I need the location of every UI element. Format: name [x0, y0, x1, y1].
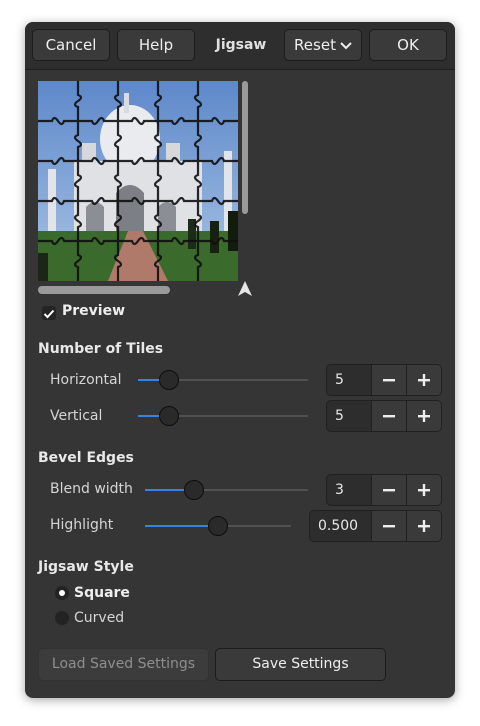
blend-width-value[interactable]: 3: [327, 475, 371, 505]
preview-checkbox-label[interactable]: Preview: [62, 303, 125, 319]
horizontal-slider-thumb[interactable]: [158, 370, 179, 390]
style-section-title: Jigsaw Style: [38, 559, 134, 575]
save-settings-button[interactable]: Save Settings: [215, 648, 386, 681]
preview-image[interactable]: [38, 81, 238, 281]
highlight-decrement-button[interactable]: [371, 511, 406, 541]
horizontal-slider[interactable]: [138, 370, 308, 390]
blend-width-decrement-button[interactable]: [371, 475, 406, 505]
check-icon: [43, 309, 55, 319]
minus-icon: [383, 415, 395, 418]
chevron-down-icon: [340, 41, 352, 49]
highlight-spinbutton[interactable]: 0.500: [309, 510, 442, 542]
reset-label: Reset: [294, 36, 336, 54]
minus-icon: [383, 489, 395, 492]
plus-icon: [418, 484, 430, 496]
help-button[interactable]: Help: [117, 29, 195, 61]
blend-width-slider-thumb[interactable]: [183, 480, 204, 500]
header-bar: Cancel Help Jigsaw Reset OK: [25, 22, 455, 70]
horizontal-spinbutton[interactable]: 5: [326, 364, 442, 396]
vertical-spinbutton[interactable]: 5: [326, 400, 442, 432]
tiles-section-title: Number of Tiles: [38, 341, 164, 357]
preview-checkbox[interactable]: [42, 306, 56, 320]
style-square-radio[interactable]: [55, 586, 69, 600]
reset-button[interactable]: Reset: [284, 29, 362, 61]
horizontal-label: Horizontal: [50, 372, 122, 388]
blend-width-spinbutton[interactable]: 3: [326, 474, 442, 506]
vertical-decrement-button[interactable]: [371, 401, 406, 431]
highlight-label: Highlight: [50, 517, 114, 533]
minus-icon: [383, 379, 395, 382]
style-curved-label[interactable]: Curved: [74, 610, 124, 626]
vertical-value[interactable]: 5: [327, 401, 371, 431]
horizontal-value[interactable]: 5: [327, 365, 371, 395]
plus-icon: [418, 374, 430, 386]
style-square-label[interactable]: Square: [74, 585, 130, 601]
blend-width-label: Blend width: [50, 481, 133, 497]
preview-vertical-scrollbar[interactable]: [242, 81, 248, 214]
minus-icon: [383, 525, 395, 528]
vertical-slider[interactable]: [138, 406, 308, 426]
jigsaw-dialog: Cancel Help Jigsaw Reset OK Preview Numb…: [25, 22, 455, 698]
vertical-increment-button[interactable]: [406, 401, 441, 431]
highlight-slider-thumb[interactable]: [208, 516, 228, 536]
dialog-title: Jigsaw: [215, 37, 267, 53]
bevel-section-title: Bevel Edges: [38, 450, 134, 466]
preview-horizontal-scrollbar[interactable]: [38, 286, 170, 294]
blend-width-increment-button[interactable]: [406, 475, 441, 505]
load-saved-settings-button[interactable]: Load Saved Settings: [38, 648, 209, 681]
vertical-slider-thumb[interactable]: [158, 406, 179, 426]
highlight-increment-button[interactable]: [406, 511, 441, 541]
highlight-value[interactable]: 0.500: [310, 511, 371, 541]
vertical-label: Vertical: [50, 408, 103, 424]
horizontal-decrement-button[interactable]: [371, 365, 406, 395]
cancel-button[interactable]: Cancel: [32, 29, 110, 61]
horizontal-increment-button[interactable]: [406, 365, 441, 395]
jigsaw-preview-graphic: [38, 81, 238, 281]
ok-button[interactable]: OK: [369, 29, 447, 61]
style-curved-radio[interactable]: [55, 611, 69, 625]
plus-icon: [418, 520, 430, 532]
blend-width-slider[interactable]: [145, 480, 308, 500]
plus-icon: [418, 410, 430, 422]
highlight-slider[interactable]: [145, 516, 291, 536]
navigate-arrow-icon[interactable]: [236, 280, 254, 298]
